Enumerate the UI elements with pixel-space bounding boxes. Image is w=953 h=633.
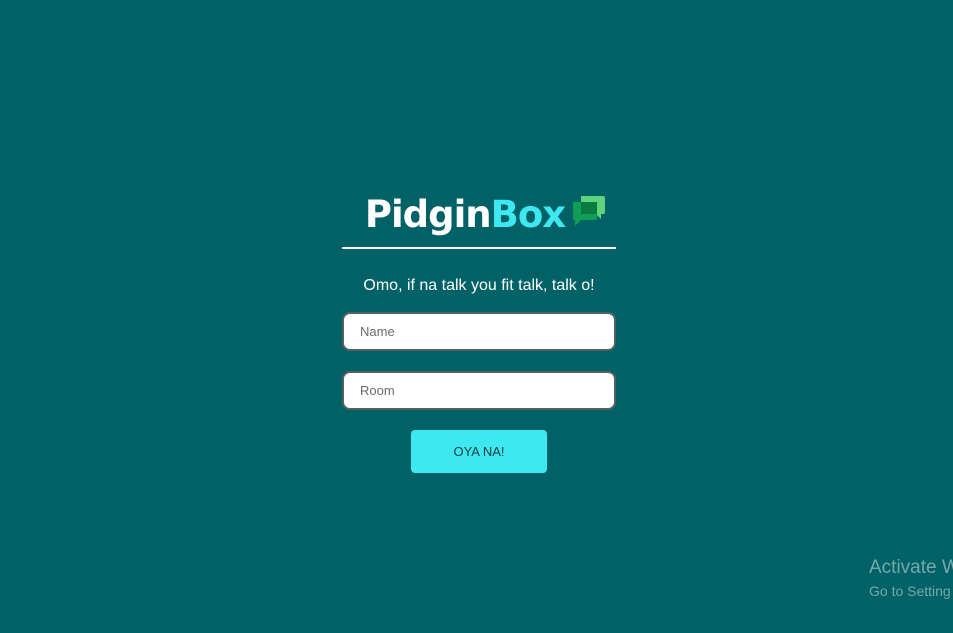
watermark-subtitle: Go to Setting bbox=[869, 583, 951, 599]
watermark-title: Activate W bbox=[869, 557, 953, 578]
chat-bubbles-icon bbox=[573, 196, 606, 226]
logo-divider bbox=[342, 247, 616, 249]
name-input[interactable] bbox=[342, 312, 616, 351]
logo: PidginBox bbox=[364, 190, 606, 240]
room-input[interactable] bbox=[342, 371, 616, 410]
logo-text-box: Box bbox=[490, 193, 566, 236]
join-form-card: PidginBox Omo, if na talk you fit talk, … bbox=[342, 190, 616, 473]
logo-text: PidginBox bbox=[364, 190, 566, 240]
activate-windows-watermark: Activate W Go to Setting bbox=[869, 556, 953, 601]
logo-text-pidgin: Pidgin bbox=[364, 193, 492, 236]
join-button[interactable]: OYA NA! bbox=[411, 430, 547, 473]
tagline: Omo, if na talk you fit talk, talk o! bbox=[363, 277, 595, 294]
